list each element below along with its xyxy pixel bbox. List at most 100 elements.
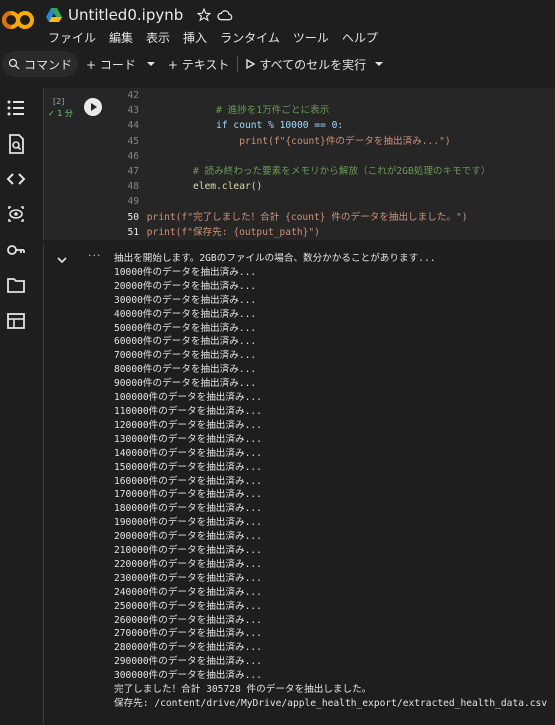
code-line[interactable]: 49: [121, 194, 491, 209]
output-line: 70000件のデータを抽出済み...: [114, 350, 257, 362]
output-line: 120000件のデータを抽出済み...: [114, 419, 262, 431]
output-line: 230000件のデータを抽出済み...: [114, 572, 262, 584]
output-line: 80000件のデータを抽出済み...: [114, 364, 257, 376]
output-line: 180000件のデータを抽出済み...: [114, 503, 262, 515]
menu-file[interactable]: ファイル: [48, 29, 96, 46]
notebook-title[interactable]: Untitled0.ipynb: [68, 6, 183, 24]
add-text-label: + テキスト: [167, 57, 230, 72]
output-line: 20000件のデータを抽出済み...: [114, 280, 257, 292]
output-line: 110000件のデータを抽出済み...: [114, 405, 262, 417]
output-line: 240000件のデータを抽出済み...: [114, 586, 262, 598]
code-line[interactable]: 45 print(f"{count}件のデータを抽出済み..."): [121, 134, 491, 149]
add-text-button[interactable]: + テキスト: [168, 56, 230, 73]
code-editor[interactable]: 42 43 # 進捗を1万件ごとに表示 44 if count % 10000 =…: [121, 88, 491, 240]
command-label: コマンド: [24, 57, 73, 72]
secrets-key-icon[interactable]: [6, 240, 26, 260]
line-number: 50: [127, 211, 139, 223]
code-text: if count % 10000 == 0:: [141, 120, 344, 132]
left-sidebar: [0, 88, 32, 343]
title-row: Untitled0.ipynb: [46, 6, 233, 24]
output-line: 300000件のデータを抽出済み...: [114, 670, 262, 682]
execution-time-label: 1 分: [57, 109, 73, 118]
cell-output-text: 抽出を開始します。2GBのファイルの場合、数分かかることがあります... 1000…: [114, 252, 547, 711]
variables-icon[interactable]: [6, 204, 26, 224]
code-line[interactable]: 47 # 読み終わった要素をメモリから解放（これが2GB処理のキモです）: [121, 164, 491, 179]
table-of-contents-icon[interactable]: [6, 98, 26, 118]
output-line: 250000件のデータを抽出済み...: [114, 600, 262, 612]
output-line: 190000件のデータを抽出済み...: [114, 517, 262, 529]
output-line: 170000件のデータを抽出済み...: [114, 489, 262, 501]
output-line: 260000件のデータを抽出済み...: [114, 614, 262, 626]
run-all-button[interactable]: すべてのセルを実行: [246, 56, 366, 73]
run-all-label: すべてのセルを実行: [259, 57, 367, 72]
colab-logo[interactable]: [2, 8, 34, 32]
code-cell[interactable]: [2] ✓ 1 分 42 43 # 進捗を1万件ごとに表示 44 if count…: [43, 88, 555, 240]
menu-edit[interactable]: 編集: [109, 29, 133, 46]
code-text: elem.clear(): [141, 181, 263, 193]
search-icon: [8, 58, 20, 70]
line-number: 46: [127, 150, 139, 162]
top-bar: Untitled0.ipynb ファイル 編集 表示 挿入 ランタイム ツール …: [0, 0, 555, 48]
add-code-button[interactable]: + コード: [86, 56, 136, 73]
output-line: 40000件のデータを抽出済み...: [114, 308, 257, 320]
output-line: 160000件のデータを抽出済み...: [114, 475, 262, 487]
output-line: 抽出を開始します。2GBのファイルの場合、数分かかることがあります...: [114, 253, 436, 264]
output-line: 130000件のデータを抽出済み...: [114, 433, 262, 445]
star-icon[interactable]: [197, 8, 212, 22]
code-line[interactable]: 42: [121, 88, 491, 103]
menu-insert[interactable]: 挿入: [183, 29, 207, 46]
output-line: 200000件のデータを抽出済み...: [114, 531, 262, 543]
output-line: 100000件のデータを抽出済み...: [114, 392, 262, 404]
code-line[interactable]: 50 print(f"完了しました！合計 {count} 件のデータを抽出しまし…: [121, 210, 491, 225]
notebook-main: [2] ✓ 1 分 42 43 # 進捗を1万件ごとに表示 44 if count…: [43, 88, 555, 725]
line-number: 45: [127, 135, 139, 147]
code-snippets-icon[interactable]: [6, 169, 26, 189]
run-all-caret-icon[interactable]: [374, 59, 384, 69]
menu-bar: ファイル 編集 表示 挿入 ランタイム ツール ヘルプ: [48, 29, 378, 46]
collapse-output-chevron-icon[interactable]: [56, 255, 68, 265]
code-line[interactable]: 51 print(f"保存先: {output_path}"): [121, 225, 491, 240]
line-number: 44: [127, 120, 139, 132]
output-line: 完了しました！合計 305728 件のデータを抽出しました。: [114, 684, 372, 696]
menu-tools[interactable]: ツール: [293, 29, 329, 46]
code-line[interactable]: 46: [121, 149, 491, 164]
code-text: print(f"{count}件のデータを抽出済み..."): [141, 135, 451, 147]
code-line[interactable]: 43 # 進捗を1万件ごとに表示: [121, 103, 491, 118]
files-folder-icon[interactable]: [6, 275, 26, 295]
output-actions-more-icon[interactable]: ···: [88, 249, 102, 262]
line-number: 49: [127, 196, 139, 208]
output-line: 60000件のデータを抽出済み...: [114, 336, 257, 348]
output-line: 保存先: /content/drive/MyDrive/apple_health…: [114, 698, 548, 709]
output-line: 90000件のデータを抽出済み...: [114, 378, 257, 390]
output-line: 30000件のデータを抽出済み...: [114, 294, 257, 306]
check-icon: ✓: [48, 109, 55, 118]
play-icon: [246, 59, 256, 69]
cloud-icon[interactable]: [217, 8, 233, 22]
data-table-icon[interactable]: [6, 311, 26, 331]
code-line[interactable]: 48 elem.clear(): [121, 179, 491, 194]
line-number: 48: [127, 181, 139, 193]
output-line: 140000件のデータを抽出済み...: [114, 447, 262, 459]
command-palette-button[interactable]: コマンド: [2, 51, 79, 77]
line-number: 43: [127, 105, 139, 117]
code-line[interactable]: 44 if count % 10000 == 0:: [121, 118, 491, 133]
find-icon[interactable]: [6, 134, 26, 154]
menu-runtime[interactable]: ランタイム: [220, 29, 280, 46]
output-line: 10000件のデータを抽出済み...: [114, 266, 257, 278]
code-text: # 進捗を1万件ごとに表示: [141, 105, 330, 117]
output-line: 220000件のデータを抽出済み...: [114, 558, 262, 570]
run-cell-button[interactable]: [84, 98, 102, 116]
output-line: 150000件のデータを抽出済み...: [114, 461, 262, 473]
drive-icon: [46, 8, 62, 22]
caret-down-icon[interactable]: [146, 59, 156, 69]
output-line: 210000件のデータを抽出済み...: [114, 545, 262, 557]
code-text: # 読み終わった要素をメモリから解放（これが2GB処理のキモです）: [141, 166, 491, 178]
line-number: 42: [127, 90, 139, 101]
menu-view[interactable]: 表示: [146, 29, 170, 46]
menu-help[interactable]: ヘルプ: [342, 29, 378, 46]
output-line: 280000件のデータを抽出済み...: [114, 642, 262, 654]
output-line: 50000件のデータを抽出済み...: [114, 322, 257, 334]
